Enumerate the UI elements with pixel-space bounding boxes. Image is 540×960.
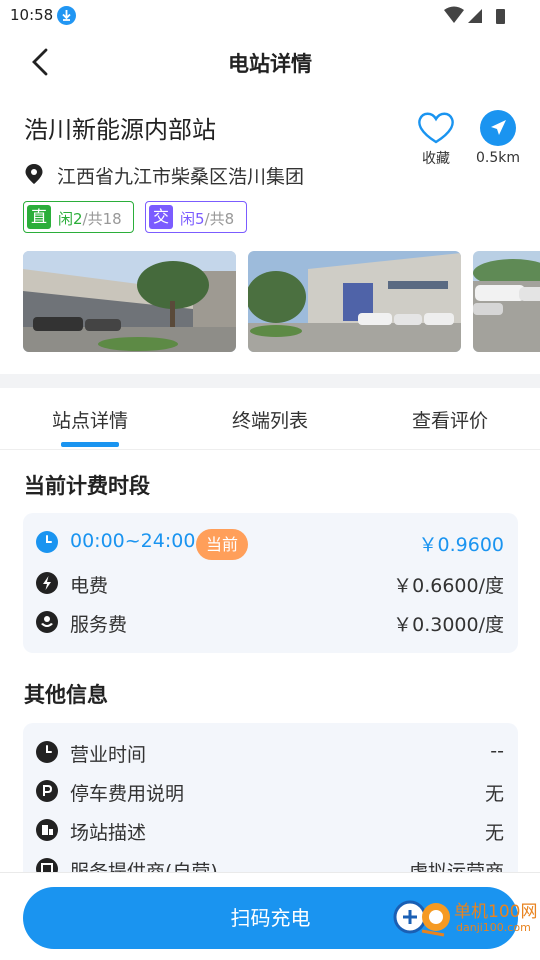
tab-terminal-list[interactable]: 终端列表 bbox=[180, 406, 360, 433]
service-fee-value: ￥0.3000/度 bbox=[393, 614, 504, 636]
dc-charger-tag: 直 闲2/共18 bbox=[23, 201, 134, 233]
current-period-badge: 当前 bbox=[196, 529, 248, 560]
status-indicators bbox=[444, 6, 508, 26]
station-description-label: 场站描述 bbox=[70, 822, 147, 844]
dc-total-count: /共18 bbox=[82, 210, 122, 228]
clock-icon bbox=[36, 531, 58, 553]
station-description-value: 无 bbox=[484, 822, 504, 844]
ac-badge: 交 bbox=[149, 205, 173, 229]
section-divider bbox=[0, 374, 540, 388]
watermark-icon bbox=[393, 900, 450, 937]
service-icon bbox=[36, 611, 58, 633]
lightning-icon bbox=[36, 572, 58, 594]
business-hours-row: 营业时间 -- bbox=[23, 735, 518, 769]
station-description-row: 场站描述 无 bbox=[23, 813, 518, 847]
active-tab-indicator bbox=[61, 442, 119, 447]
location-pin-icon bbox=[24, 163, 44, 185]
clock-icon bbox=[36, 741, 58, 763]
billing-time-range: 00:00~24:00 bbox=[70, 530, 196, 552]
service-fee-label: 服务费 bbox=[70, 614, 128, 636]
ac-total-count: /共8 bbox=[204, 210, 235, 228]
battery-icon bbox=[496, 9, 505, 24]
bottom-bar: 扫码充电 单机100网 danji100.com bbox=[0, 872, 540, 960]
status-time: 10:58 bbox=[10, 6, 54, 24]
watermark-text: 单机100网 bbox=[454, 902, 538, 922]
watermark-logo: 单机100网 danji100.com bbox=[392, 893, 540, 955]
parking-fee-value: 无 bbox=[484, 783, 504, 805]
distance-label: 0.5km bbox=[475, 150, 520, 166]
download-icon bbox=[57, 6, 76, 25]
tab-station-details[interactable]: 站点详情 bbox=[0, 406, 180, 433]
dc-badge: 直 bbox=[27, 205, 51, 229]
status-bar: 10:58 bbox=[0, 0, 540, 32]
page-title: 电站详情 bbox=[228, 52, 312, 76]
navigate-button[interactable]: 0.5km bbox=[474, 108, 522, 168]
favorite-label: 收藏 bbox=[422, 151, 450, 167]
heart-icon bbox=[418, 112, 454, 144]
favorite-button[interactable]: 收藏 bbox=[412, 108, 460, 168]
billing-card: 00:00~24:00 当前 ￥0.9600 电费 ￥0.6600/度 服务费 … bbox=[23, 513, 518, 653]
ac-free-count: 闲5 bbox=[180, 210, 205, 228]
station-photo[interactable] bbox=[473, 251, 540, 352]
business-hours-label: 营业时间 bbox=[70, 744, 147, 766]
watermark-url: danji100.com bbox=[456, 921, 531, 934]
electricity-fee-label: 电费 bbox=[70, 575, 109, 597]
station-photo[interactable] bbox=[248, 251, 461, 352]
header: 电站详情 bbox=[0, 32, 540, 90]
ac-charger-tag: 交 闲5/共8 bbox=[145, 201, 247, 233]
billing-time-row: 00:00~24:00 当前 ￥0.9600 bbox=[23, 525, 518, 560]
total-price: ￥0.9600 bbox=[418, 534, 504, 556]
station-photo[interactable] bbox=[23, 251, 236, 352]
parking-fee-label: 停车费用说明 bbox=[70, 783, 185, 805]
billing-section-title: 当前计费时段 bbox=[24, 474, 150, 498]
station-icon bbox=[36, 819, 58, 841]
service-fee-row: 服务费 ￥0.3000/度 bbox=[23, 605, 518, 639]
station-name: 浩川新能源内部站 bbox=[24, 116, 216, 144]
tab-reviews[interactable]: 查看评价 bbox=[360, 406, 540, 433]
electricity-fee-value: ￥0.6600/度 bbox=[393, 575, 504, 597]
electricity-fee-row: 电费 ￥0.6600/度 bbox=[23, 566, 518, 600]
parking-icon bbox=[36, 780, 58, 802]
wifi-icon bbox=[444, 6, 464, 23]
station-address: 江西省九江市柴桑区浩川集团 bbox=[57, 166, 305, 188]
signal-icon bbox=[468, 9, 482, 23]
parking-fee-row: 停车费用说明 无 bbox=[23, 774, 518, 808]
business-hours-value: -- bbox=[490, 740, 504, 762]
other-info-section-title: 其他信息 bbox=[24, 683, 108, 707]
navigation-icon bbox=[480, 110, 516, 146]
tab-bar: 站点详情 终端列表 查看评价 bbox=[0, 388, 540, 450]
dc-free-count: 闲2 bbox=[58, 210, 83, 228]
